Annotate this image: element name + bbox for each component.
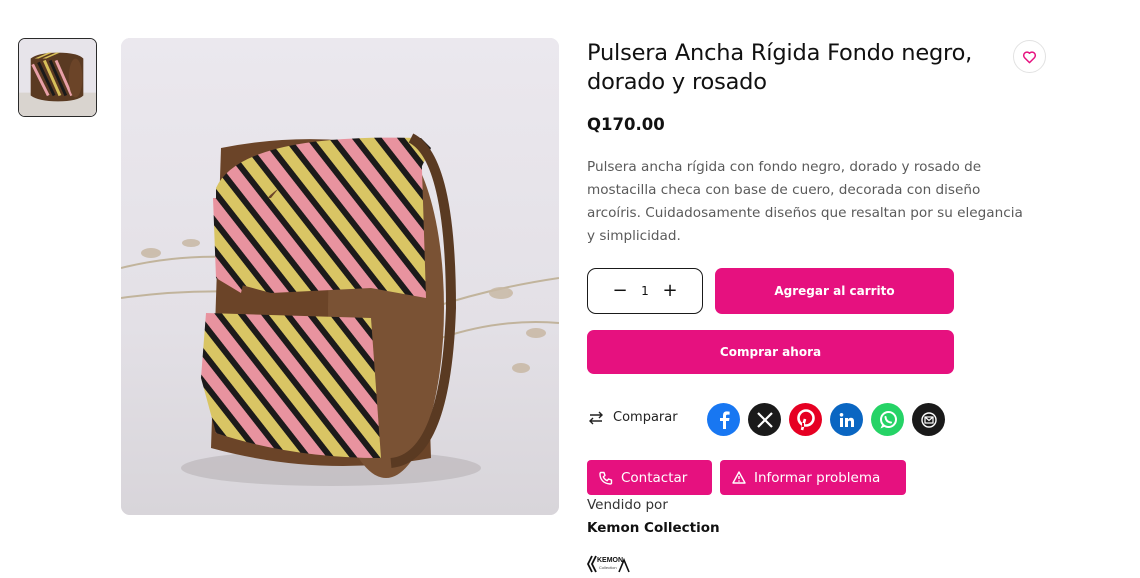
contact-button[interactable]: Contactar <box>587 460 712 495</box>
bracelet-photo <box>121 38 559 515</box>
linkedin-icon <box>839 412 854 427</box>
seller-logo-text: KEMON <box>597 557 623 564</box>
quantity-decrease-button[interactable]: − <box>607 282 633 300</box>
whatsapp-icon <box>879 410 897 428</box>
quantity-stepper: − 1 + <box>587 268 703 314</box>
product-description: Pulsera ancha rígida con fondo negro, do… <box>587 159 1023 244</box>
seller-name[interactable]: Kemon Collection <box>587 520 720 536</box>
product-main-image[interactable] <box>121 38 559 515</box>
share-facebook-button[interactable] <box>707 403 740 436</box>
share-buttons <box>707 403 945 436</box>
buy-now-button[interactable]: Comprar ahora <box>587 330 954 374</box>
thumbnail-image <box>19 39 96 116</box>
arrows-swap-icon <box>589 411 603 424</box>
phone-icon <box>599 471 613 485</box>
share-whatsapp-button[interactable] <box>871 403 904 436</box>
pinterest-icon <box>796 408 815 430</box>
quantity-value[interactable]: 1 <box>633 284 657 298</box>
report-problem-button[interactable]: Informar problema <box>720 460 906 495</box>
sold-by-label: Vendido por <box>587 497 668 513</box>
share-x-button[interactable] <box>748 403 781 436</box>
seller-logo[interactable]: KEMON Collection <box>587 552 631 576</box>
facebook-icon <box>719 410 730 429</box>
quantity-increase-button[interactable]: + <box>657 282 683 300</box>
compare-label: Comparar <box>613 410 678 425</box>
wishlist-button[interactable] <box>1013 40 1046 73</box>
warning-icon <box>732 471 746 484</box>
share-pinterest-button[interactable] <box>789 403 822 436</box>
share-email-button[interactable] <box>912 403 945 436</box>
compare-button[interactable]: Comparar <box>587 410 678 425</box>
report-problem-label: Informar problema <box>754 469 881 486</box>
product-thumbnail[interactable] <box>18 38 97 117</box>
heart-icon <box>1022 50 1037 63</box>
x-icon <box>756 411 773 428</box>
product-price: Q170.00 <box>587 115 665 134</box>
share-linkedin-button[interactable] <box>830 403 863 436</box>
product-title: Pulsera Ancha Rígida Fondo negro, dorado… <box>587 40 973 95</box>
add-to-cart-button[interactable]: Agregar al carrito <box>715 268 954 314</box>
email-icon <box>920 411 937 428</box>
seller-logo-subtext: Collection <box>599 565 617 570</box>
contact-label: Contactar <box>621 469 688 486</box>
